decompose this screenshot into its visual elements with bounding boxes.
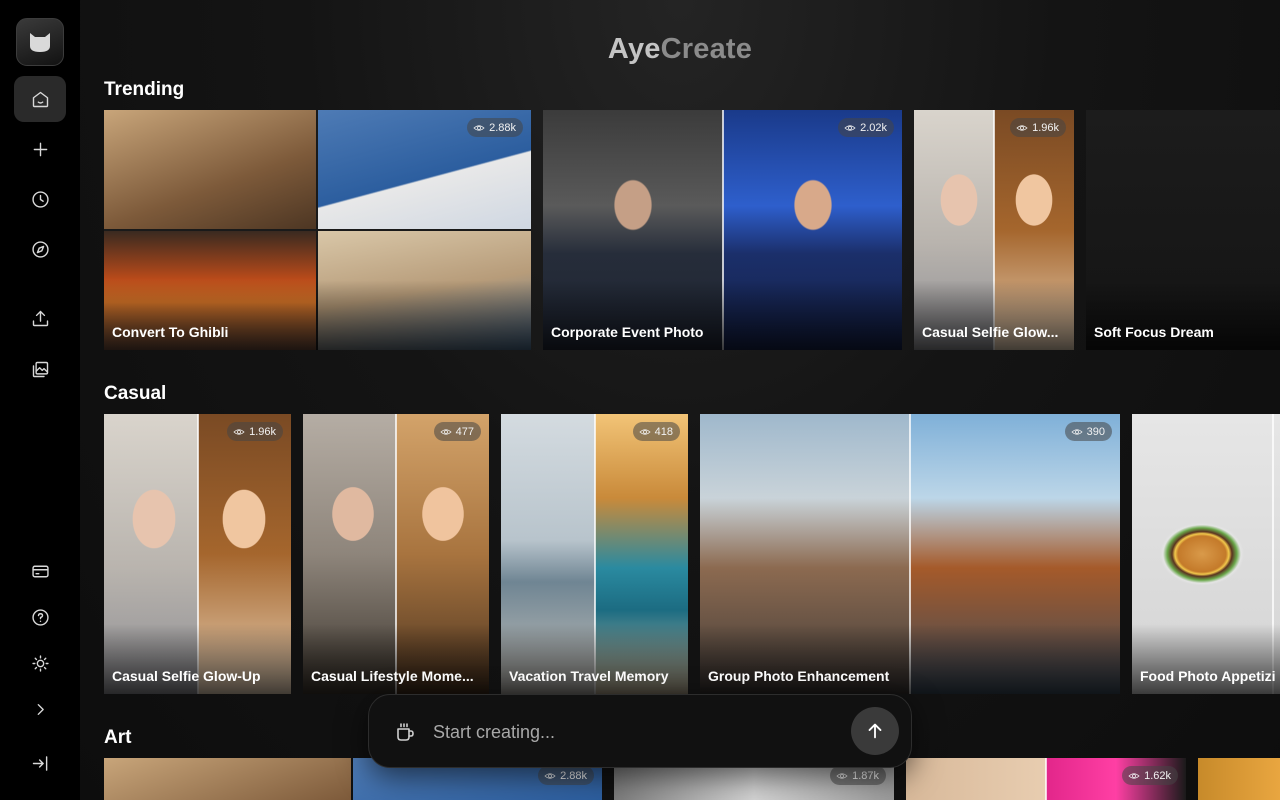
view-count: 2.88k xyxy=(560,769,587,782)
nav-help-button[interactable] xyxy=(14,594,66,640)
cat-icon xyxy=(30,33,50,52)
card-label: Casual Lifestyle Mome... xyxy=(311,668,474,684)
eye-icon xyxy=(844,124,856,131)
nav-gallery-button[interactable] xyxy=(14,346,66,392)
eye-icon xyxy=(1016,124,1028,131)
view-count-badge: 1.62k xyxy=(1122,766,1178,785)
card-convert-to-ghibli[interactable]: 2.88k Convert To Ghibli xyxy=(104,110,531,350)
nav-theme-button[interactable] xyxy=(14,640,66,686)
view-count: 2.88k xyxy=(489,121,516,134)
chevron-right-icon xyxy=(37,703,44,715)
prompt-style-button[interactable] xyxy=(393,720,417,744)
view-count-badge: 477 xyxy=(433,422,481,441)
card-casual-selfie-glow-up[interactable]: 1.96k Casual Selfie Glow-Up xyxy=(104,414,291,694)
eye-icon xyxy=(1071,428,1083,435)
card-art-4[interactable] xyxy=(1198,758,1280,800)
view-count-badge: 1.96k xyxy=(227,422,283,441)
clock-icon xyxy=(31,190,49,208)
brand-part-2: Create xyxy=(660,33,753,65)
card-food-photo-appetizing[interactable]: Food Photo Appetizi xyxy=(1132,414,1280,694)
prompt-bar xyxy=(368,694,912,768)
card-group-photo-enhancement[interactable]: 390 Group Photo Enhancement xyxy=(700,414,1120,694)
card-label: Group Photo Enhancement xyxy=(708,668,890,684)
card-soft-focus-dream[interactable]: Soft Focus Dream xyxy=(1086,110,1280,350)
card-vacation-travel-memory[interactable]: 418 Vacation Travel Memory xyxy=(501,414,688,694)
card-label: Convert To Ghibli xyxy=(112,324,229,340)
brand-title: AyeCreate xyxy=(80,33,1280,66)
view-count-badge: 2.02k xyxy=(838,118,894,137)
card-label: Soft Focus Dream xyxy=(1094,324,1214,340)
eye-icon xyxy=(639,428,651,435)
eye-icon xyxy=(836,772,848,779)
view-count: 477 xyxy=(455,425,474,438)
view-count-badge: 418 xyxy=(632,422,680,441)
card-casual-selfie-glow-up[interactable]: 1.96k Casual Selfie Glow... xyxy=(914,110,1074,350)
view-count-badge: 1.87k xyxy=(830,766,886,785)
nav-logout-button[interactable] xyxy=(14,740,66,786)
arrow-up-icon xyxy=(868,723,882,739)
before-after-divider xyxy=(1045,758,1047,800)
plus-icon xyxy=(33,142,47,156)
card-art-3[interactable]: 1.62k xyxy=(906,758,1186,800)
view-count-badge: 2.88k xyxy=(467,118,523,137)
card-casual-lifestyle-moment[interactable]: 477 Casual Lifestyle Mome... xyxy=(303,414,489,694)
eye-icon xyxy=(440,428,452,435)
main-content: AyeCreate Trending 2.88k Convert To Ghib… xyxy=(80,0,1280,800)
nav-history-button[interactable] xyxy=(14,176,66,222)
eye-icon xyxy=(233,428,245,435)
upload-icon xyxy=(32,310,48,326)
card-label: Food Photo Appetizi xyxy=(1140,668,1276,684)
nav-billing-button[interactable] xyxy=(14,548,66,594)
view-count: 1.96k xyxy=(1032,121,1059,134)
image-gallery-icon xyxy=(32,361,48,377)
view-count: 1.62k xyxy=(1144,769,1171,782)
eye-icon xyxy=(1128,772,1140,779)
view-count-badge: 390 xyxy=(1064,422,1112,441)
sun-icon xyxy=(31,654,49,672)
credit-card-icon xyxy=(31,565,49,577)
section-title-casual: Casual xyxy=(104,383,167,404)
sidebar xyxy=(0,0,80,800)
view-count: 1.87k xyxy=(852,769,879,782)
view-count: 1.96k xyxy=(249,425,276,438)
brand-part-1: Aye xyxy=(607,33,661,65)
logout-icon xyxy=(32,755,47,771)
card-label: Casual Selfie Glow... xyxy=(922,324,1059,340)
eye-icon xyxy=(473,124,485,131)
nav-upload-button[interactable] xyxy=(14,295,66,341)
prompt-input[interactable] xyxy=(433,713,833,751)
view-count: 418 xyxy=(654,425,673,438)
eye-icon xyxy=(544,772,556,779)
view-count-badge: 1.96k xyxy=(1010,118,1066,137)
app-logo[interactable] xyxy=(16,18,64,66)
card-thumbnail xyxy=(1198,758,1280,800)
view-count: 390 xyxy=(1086,425,1105,438)
view-count: 2.02k xyxy=(860,121,887,134)
compass-icon xyxy=(31,240,49,258)
nav-home-button[interactable] xyxy=(14,76,66,122)
section-title-trending: Trending xyxy=(104,79,185,100)
view-count-badge: 2.88k xyxy=(538,766,594,785)
section-title-art: Art xyxy=(104,727,132,748)
card-label: Casual Selfie Glow-Up xyxy=(112,668,261,684)
help-circle-icon xyxy=(31,608,49,626)
coffee-cup-icon xyxy=(397,723,414,741)
card-label: Corporate Event Photo xyxy=(551,324,704,340)
nav-create-button[interactable] xyxy=(14,126,66,172)
nav-explore-button[interactable] xyxy=(14,226,66,272)
nav-expand-button[interactable] xyxy=(14,686,66,732)
card-corporate-event-photo[interactable]: 2.02k Corporate Event Photo xyxy=(543,110,902,350)
home-icon xyxy=(32,91,48,107)
send-button[interactable] xyxy=(851,707,899,755)
card-label: Vacation Travel Memory xyxy=(509,668,669,684)
